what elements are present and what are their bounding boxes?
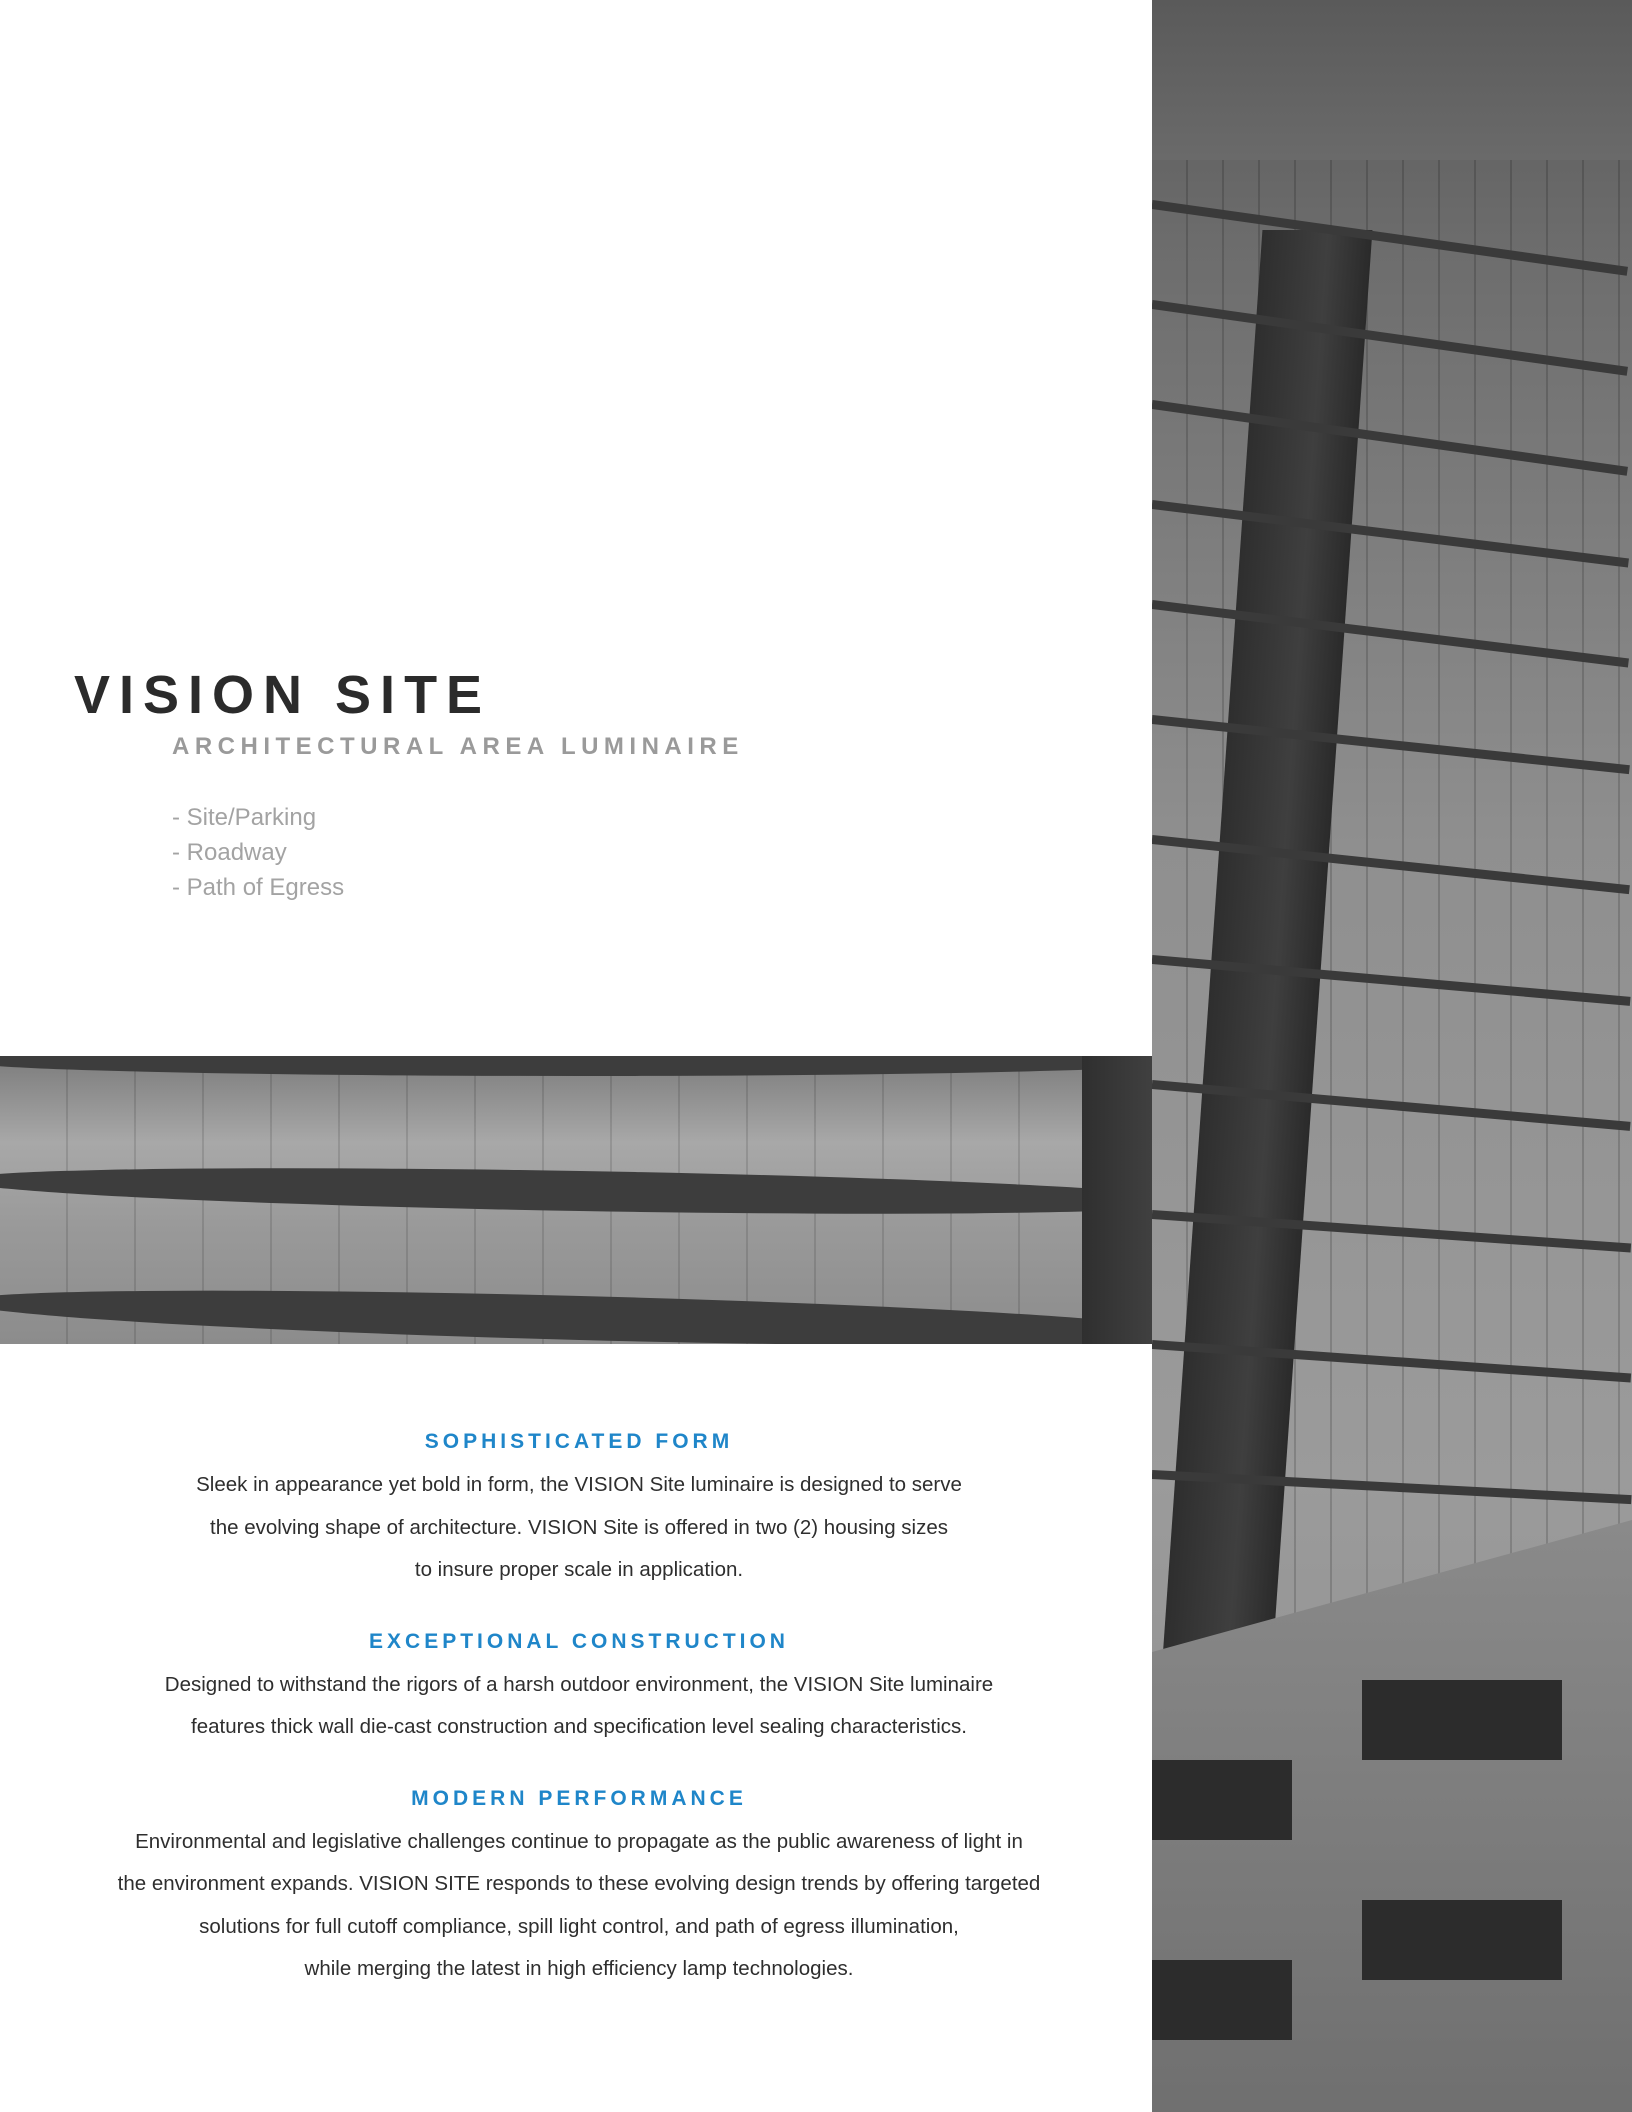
parking-opening: [1362, 1680, 1562, 1760]
feature-heading: EXCEPTIONAL CONSTRUCTION: [369, 1629, 789, 1653]
feature-line: Environmental and legislative challenges…: [135, 1829, 1023, 1853]
application-item: - Site/Parking: [172, 804, 317, 831]
facade-curve: [0, 1160, 1152, 1222]
feature-line: solutions for full cutoff compliance, sp…: [199, 1914, 959, 1938]
floor-line: [1152, 400, 1628, 476]
page-title: VISION SITE: [74, 665, 492, 725]
application-item: - Roadway: [172, 839, 287, 866]
feature-line: the environment expands. VISION SITE res…: [117, 1872, 1041, 1895]
feature-line: features thick wall die-cast constructio…: [191, 1715, 967, 1738]
floor-line: [1152, 600, 1629, 668]
feature-heading: MODERN PERFORMANCE: [411, 1786, 747, 1810]
feature-line: to insure proper scale in application.: [414, 1558, 744, 1581]
feature-line: the evolving shape of architecture. VISI…: [210, 1515, 948, 1539]
curved-facade-photo: [0, 1056, 1152, 1344]
facade-curve: [0, 1056, 1152, 1076]
feature-line: Sleek in appearance yet bold in form, th…: [196, 1473, 962, 1496]
facade-curve: [0, 1279, 1152, 1344]
page-subtitle: ARCHITECTURAL AREA LUMINAIRE: [172, 733, 744, 760]
feature-heading: SOPHISTICATED FORM: [424, 1430, 734, 1453]
parking-opening: [1152, 1760, 1292, 1840]
sky: [1152, 0, 1632, 160]
building-photo: [1152, 0, 1632, 2112]
application-item: - Path of Egress: [172, 874, 345, 901]
applications-list: - Site/Parking - Roadway - Path of Egres…: [172, 800, 344, 905]
floor-line: [1152, 715, 1630, 775]
feature-exceptional-construction: EXCEPTIONAL CONSTRUCTION Designed to wit…: [0, 1630, 1158, 1749]
floor-line: [1152, 300, 1628, 376]
feature-body: Sleek in appearance yet bold in form, th…: [0, 1464, 1158, 1592]
floor-line: [1152, 200, 1628, 276]
parking-opening: [1152, 1960, 1292, 2040]
feature-sophisticated-form: SOPHISTICATED FORM Sleek in appearance y…: [0, 1430, 1158, 1592]
parking-opening: [1362, 1900, 1562, 1980]
dark-glass-column: [1082, 1056, 1152, 1344]
feature-body: Environmental and legislative challenges…: [0, 1821, 1158, 1991]
feature-modern-performance: MODERN PERFORMANCE Environmental and leg…: [0, 1787, 1158, 1991]
feature-line: Designed to withstand the rigors of a ha…: [164, 1672, 994, 1696]
features-section: SOPHISTICATED FORM Sleek in appearance y…: [0, 1430, 1158, 1991]
floor-line: [1152, 500, 1629, 568]
feature-line: while merging the latest in high efficie…: [304, 1957, 854, 1980]
feature-body: Designed to withstand the rigors of a ha…: [0, 1664, 1158, 1749]
